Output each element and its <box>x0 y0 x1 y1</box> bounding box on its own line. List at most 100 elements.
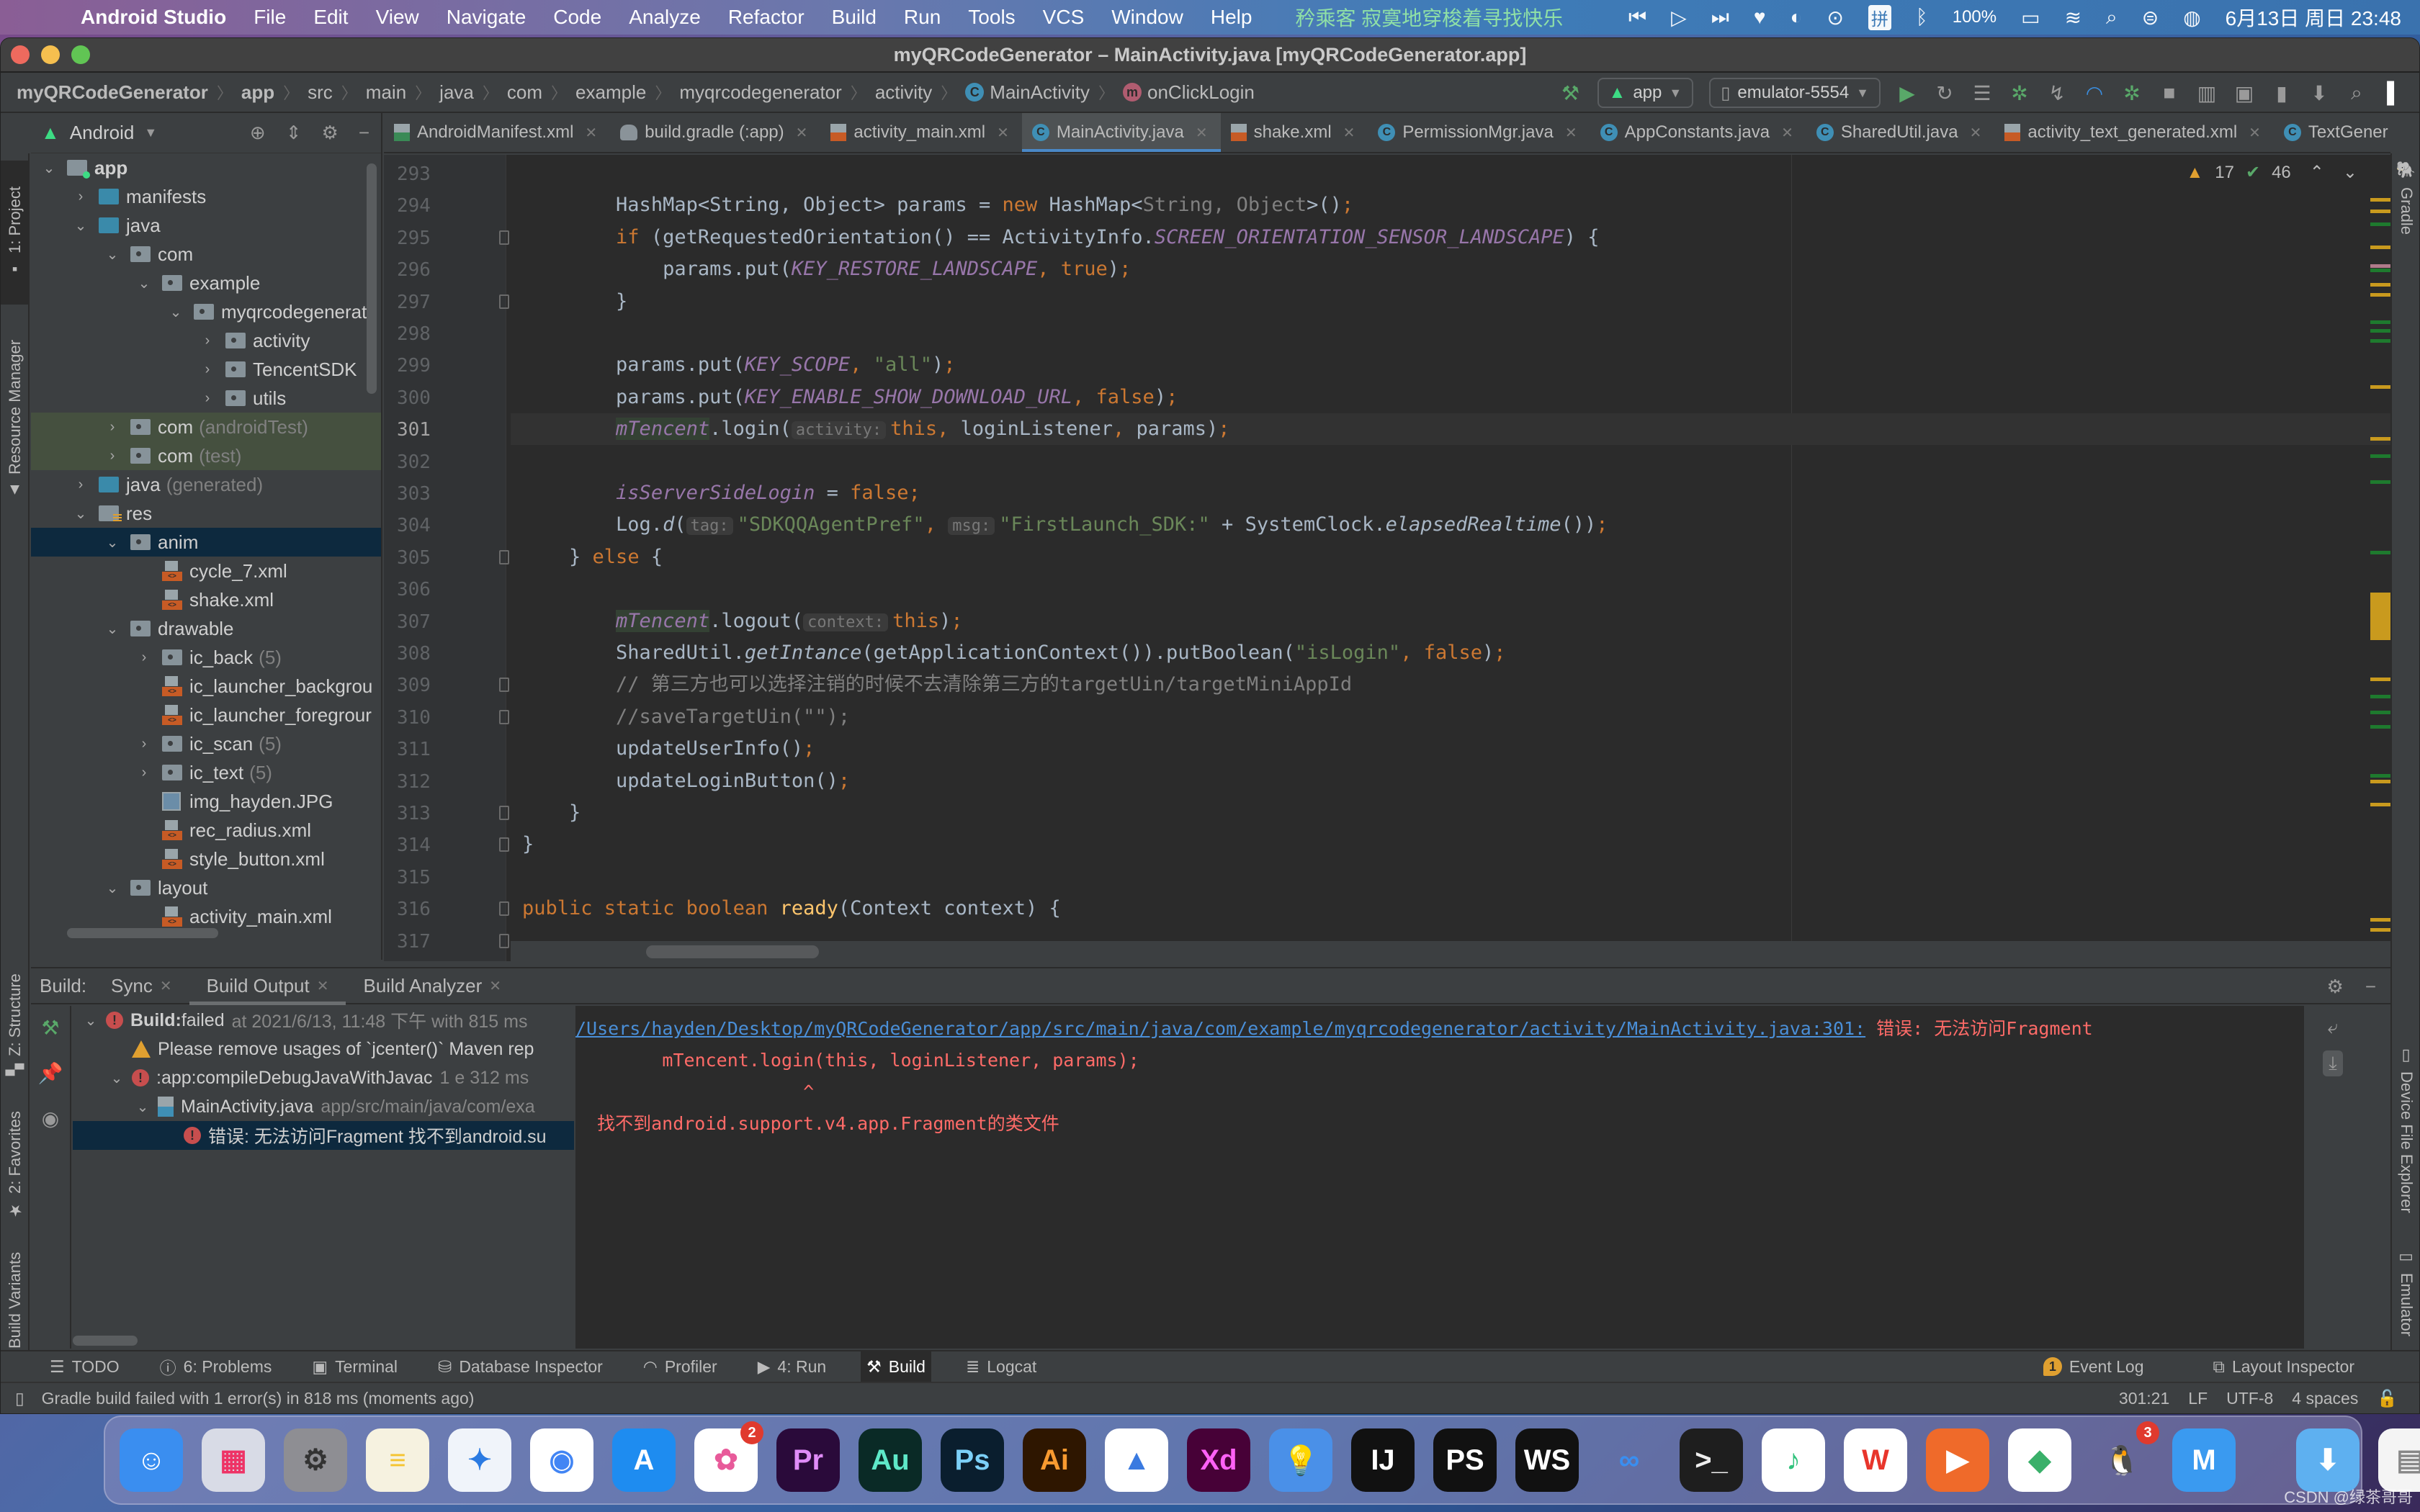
run-icon[interactable]: ▶ <box>1896 81 1918 105</box>
sdk-manager-icon[interactable]: ⬇ <box>2308 81 2330 105</box>
hide-panel-icon[interactable]: − <box>2365 976 2376 998</box>
search-everywhere-icon[interactable]: ⌕ <box>2346 81 2367 105</box>
screen-record-icon[interactable]: ⊙ <box>1827 6 1843 30</box>
fold-marker-icon[interactable] <box>499 901 509 917</box>
chevron-down-icon[interactable]: ⌄ <box>104 534 120 552</box>
error-stripe-mark[interactable] <box>2370 551 2390 554</box>
previous-track-icon[interactable]: ⏮ <box>1628 6 1646 30</box>
error-stripe-mark[interactable] <box>2370 339 2390 343</box>
close-tab-icon[interactable]: ✕ <box>2249 124 2261 142</box>
chevron-right-icon[interactable]: › <box>200 361 215 378</box>
project-view-select[interactable]: Android <box>70 122 135 144</box>
dock-app-webstorm[interactable]: WS <box>1515 1428 1579 1492</box>
editor-tab-activity-main-xml[interactable]: activity_main.xml ✕ <box>820 113 1021 152</box>
bluetooth-icon[interactable]: ᛒ <box>1916 6 1928 29</box>
spotlight-search-icon[interactable]: ⌕ <box>2106 6 2118 30</box>
menu-code[interactable]: Code <box>553 6 601 29</box>
chevron-down-icon[interactable]: ⌄ <box>41 159 57 177</box>
close-window-button[interactable] <box>11 45 30 64</box>
error-stripe-mark[interactable] <box>2370 918 2390 922</box>
input-method-icon[interactable]: 拼 <box>1868 4 1891 30</box>
chevron-down-icon[interactable]: ⌄ <box>73 217 89 235</box>
menu-edit[interactable]: Edit <box>313 6 348 29</box>
dock-app-audition[interactable]: Au <box>859 1428 922 1492</box>
fold-marker-icon[interactable] <box>499 549 509 564</box>
breadcrumb-item[interactable]: example <box>575 81 646 104</box>
project-horizontal-scrollbar[interactable] <box>67 928 218 938</box>
menu-app-name[interactable]: Android Studio <box>81 6 226 29</box>
close-tab-icon[interactable]: ✕ <box>796 124 808 142</box>
breadcrumb-item[interactable]: C MainActivity <box>965 81 1090 104</box>
error-stripe-mark[interactable] <box>2370 774 2390 778</box>
build-tab-build-analyzer[interactable]: Build Analyzer ✕ <box>346 968 519 1004</box>
code-area[interactable]: HashMap<String, Object> params = new Has… <box>511 155 2390 961</box>
chevron-down-icon[interactable]: ⌄ <box>136 274 152 292</box>
apply-changes-icon[interactable]: ↻ <box>1934 81 1955 105</box>
dock-app-adobe-xd[interactable]: Xd <box>1187 1428 1250 1492</box>
build-tab-build-output[interactable]: Build Output ✕ <box>189 968 346 1005</box>
breadcrumb-item[interactable]: myQRCodeGenerator <box>17 81 208 104</box>
dock-app-photoshop[interactable]: Ps <box>941 1428 1004 1492</box>
error-stripe-mark[interactable] <box>2370 293 2390 297</box>
chevron-down-icon[interactable]: ⌄ <box>104 246 120 264</box>
file-encoding[interactable]: UTF-8 <box>2226 1389 2273 1408</box>
next-track-icon[interactable]: ⏭ <box>1711 6 1729 30</box>
caret-position[interactable]: 301:21 <box>2119 1389 2169 1408</box>
tree-node[interactable]: › manifests <box>31 182 381 211</box>
tree-node[interactable]: ic_launcher_foregrour <box>31 701 381 729</box>
dock-app-photos[interactable]: ✿ 2 <box>694 1421 763 1492</box>
tree-node[interactable]: style_button.xml <box>31 845 381 873</box>
tree-node[interactable]: › activity <box>31 326 381 355</box>
dock-app-tencent-meeting[interactable]: M <box>2172 1428 2236 1492</box>
tree-node[interactable]: shake.xml <box>31 585 381 614</box>
gear-icon[interactable]: ⚙ <box>2327 976 2344 998</box>
account-icon[interactable]: ▌ <box>2383 81 2405 104</box>
dock-app-arc[interactable]: ∞ <box>1597 1428 1661 1492</box>
tree-node[interactable]: › java (generated) <box>31 470 381 499</box>
error-stripe-mark[interactable] <box>2370 803 2390 806</box>
editor-tab-sharedutil-java[interactable]: C SharedUtil.java ✕ <box>1806 113 1995 152</box>
tool-window-6-problems[interactable]: ⓘ 6: Problems <box>154 1351 278 1382</box>
control-center-icon[interactable]: ⊜ <box>2142 6 2159 30</box>
dock-app-intellij-idea[interactable]: IJ <box>1351 1428 1415 1492</box>
project-vertical-scrollbar[interactable] <box>367 163 377 394</box>
editor-tab-activity-text-generated-xml[interactable]: activity_text_generated.xml ✕ <box>1994 113 2274 152</box>
side-tab-structure[interactable]: ▚ Z: Structure <box>1 960 30 1089</box>
menu-vcs[interactable]: VCS <box>1043 6 1085 29</box>
menu-navigate[interactable]: Navigate <box>447 6 526 29</box>
gear-icon[interactable]: ⚙ <box>322 122 339 144</box>
chevron-down-icon[interactable]: ⌄ <box>109 1069 125 1087</box>
error-stripe-mark[interactable] <box>2370 454 2390 458</box>
tree-node[interactable]: activity_main.xml <box>31 902 381 931</box>
chevron-right-icon[interactable]: › <box>200 390 215 407</box>
pin-icon[interactable]: 📌 <box>38 1061 63 1085</box>
locate-file-icon[interactable]: ⊕ <box>250 122 266 144</box>
error-stripe-mark[interactable] <box>2370 725 2390 729</box>
dock-app-qq-music[interactable]: ♪ <box>1762 1428 1825 1492</box>
tree-node[interactable]: › ic_text (5) <box>31 758 381 787</box>
avd-manager-icon[interactable]: ▮ <box>2271 81 2293 105</box>
inspection-widget[interactable]: ▲ 17 ✔ 46 ⌃ ⌄ <box>2187 162 2358 183</box>
build-console[interactable]: /Users/hayden/Desktop/myQRCodeGenerator/… <box>575 1006 2304 1349</box>
previous-highlight-icon[interactable]: ⌃ <box>2310 162 2324 183</box>
build-tree-node[interactable]: ⌄!:app:compileDebugJavaWithJavac 1 e 312 … <box>73 1063 574 1092</box>
error-stripe-mark[interactable] <box>2370 678 2390 681</box>
error-stripe-mark[interactable] <box>2370 222 2390 226</box>
tree-node[interactable]: rec_radius.xml <box>31 816 381 845</box>
error-stripe-mark[interactable] <box>2370 928 2390 932</box>
dock-app-safari[interactable]: ✦ <box>448 1428 511 1492</box>
menu-view[interactable]: View <box>376 6 419 29</box>
menu-run[interactable]: Run <box>904 6 941 29</box>
next-highlight-icon[interactable]: ⌄ <box>2343 162 2357 183</box>
chevron-down-icon[interactable]: ▼ <box>144 125 157 140</box>
fold-marker-icon[interactable] <box>499 933 509 948</box>
fold-marker-icon[interactable] <box>499 294 509 309</box>
menu-file[interactable]: File <box>254 6 286 29</box>
fold-marker-icon[interactable] <box>499 709 509 724</box>
toggle-tool-windows-icon[interactable]: ▯ <box>15 1389 24 1408</box>
chevron-right-icon[interactable]: › <box>73 477 89 493</box>
dock-app-premiere-pro[interactable]: Pr <box>776 1428 840 1492</box>
dock-app-wps-office[interactable]: W <box>1844 1428 1907 1492</box>
code-editor[interactable]: 293 294 295 296 297 298 299 300 301 302 303 304 305 3… <box>384 155 2390 961</box>
tool-window-profiler[interactable]: ◠ Profiler <box>637 1351 723 1382</box>
